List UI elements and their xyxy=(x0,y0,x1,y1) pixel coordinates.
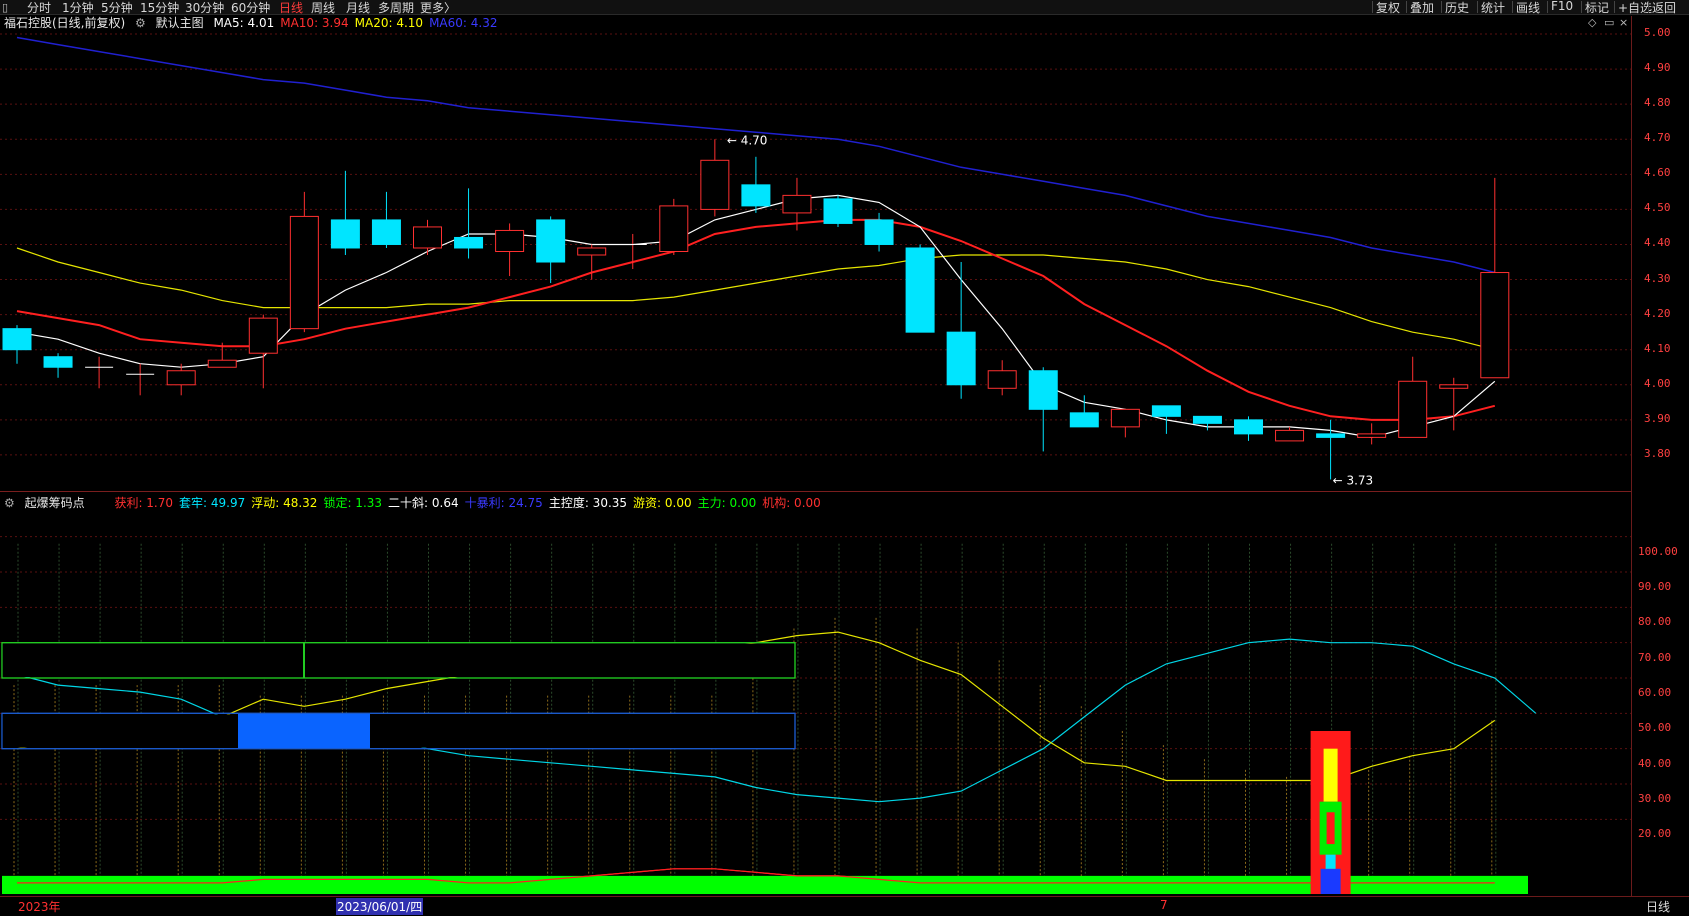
down-candle xyxy=(536,219,566,263)
cursor-date-label: 2023/06/01/四 xyxy=(336,898,424,915)
price-tick-label: 4.80 xyxy=(1644,96,1671,110)
down-candle xyxy=(864,219,894,245)
price-tick-label: 3.90 xyxy=(1644,411,1671,425)
indicator-tick-label: 80.00 xyxy=(1638,615,1672,629)
profit-chip-box-fill xyxy=(2,714,794,748)
date-axis: 2023年 2023/06/01/四 7 日线 xyxy=(0,896,1689,916)
toolbar-separator xyxy=(1648,1,1649,13)
price-tick-label: 3.80 xyxy=(1644,446,1671,460)
price-tick-label: 4.10 xyxy=(1644,341,1671,355)
up-candle xyxy=(413,226,442,249)
indicator-tick-label: 100.00 xyxy=(1638,544,1678,558)
signal-yellow-block xyxy=(1323,748,1338,802)
indicator-tick-label: 70.00 xyxy=(1638,650,1672,664)
up-candle xyxy=(782,194,812,214)
indicator-tick-label: 40.00 xyxy=(1638,756,1672,770)
toolbar-action-6[interactable]: 标记 xyxy=(1585,0,1609,16)
toolbar-action-7[interactable]: +自选 xyxy=(1618,0,1652,16)
ma60-line xyxy=(16,36,1495,274)
toolbar-action-5[interactable]: F10 xyxy=(1551,0,1573,13)
up-candle xyxy=(577,247,607,256)
up-candle xyxy=(987,370,1017,389)
period-toolbar: ▯ 分时 1分钟 5分钟 15分钟 30分钟 60分钟 日线 周线 月线 多周期 更多〉 复权 叠加历… xyxy=(0,0,1689,15)
up-candle xyxy=(1439,384,1469,389)
up-candle xyxy=(1110,408,1140,428)
up-candle xyxy=(248,317,278,354)
month-label: 7 xyxy=(1160,898,1168,912)
down-candle xyxy=(1028,370,1058,410)
toolbar-action-8[interactable]: 返回 xyxy=(1652,0,1676,16)
signal-cyan-block xyxy=(1325,854,1336,869)
toolbar-action-2[interactable]: 历史 xyxy=(1445,0,1469,16)
down-candle xyxy=(946,331,976,386)
up-candle xyxy=(495,229,525,252)
price-tick-label: 4.20 xyxy=(1644,306,1671,320)
ma10-line xyxy=(16,218,1496,421)
up-candle xyxy=(1275,429,1305,442)
toolbar-separator xyxy=(1512,1,1513,13)
period-label[interactable]: 日线 xyxy=(1646,898,1670,915)
down-candle xyxy=(330,219,360,249)
down-candle xyxy=(1316,433,1346,438)
up-candle xyxy=(289,215,319,330)
down-candle xyxy=(1069,412,1099,428)
down-candle xyxy=(1151,405,1181,417)
toolbar-separator xyxy=(1372,1,1373,13)
down-candle xyxy=(823,198,853,224)
toolbar-separator xyxy=(1547,1,1548,13)
up-candle xyxy=(700,159,730,210)
price-tick-label: 4.90 xyxy=(1644,61,1671,75)
up-candle xyxy=(659,205,689,252)
price-tick-label: 4.00 xyxy=(1644,376,1671,390)
down-candle xyxy=(371,219,401,245)
toolbar-separator xyxy=(1581,1,1582,13)
down-candle xyxy=(2,328,32,351)
indicator-tick-label: 60.00 xyxy=(1638,686,1672,699)
profit-chip-fill xyxy=(238,713,370,749)
toolbar-separator xyxy=(1406,1,1407,13)
panel-toggle-icon[interactable]: ▯ xyxy=(2,1,8,14)
up-candle xyxy=(1357,433,1387,438)
down-candle xyxy=(43,356,73,368)
down-candle xyxy=(741,184,771,207)
price-tick-label: 4.50 xyxy=(1644,201,1671,215)
indicator-tick-label: 50.00 xyxy=(1638,721,1672,735)
lock-base-bar xyxy=(2,875,1528,894)
toolbar-action-1[interactable]: 叠加 xyxy=(1410,0,1434,16)
toolbar-action-4[interactable]: 画线 xyxy=(1516,0,1540,16)
price-tick-label: 4.30 xyxy=(1644,271,1671,285)
toolbar-action-3[interactable]: 统计 xyxy=(1481,0,1505,16)
up-candle xyxy=(1398,380,1428,438)
price-tick-label: 4.60 xyxy=(1644,166,1671,180)
down-candle xyxy=(1234,419,1263,435)
signal-blue-block xyxy=(1320,868,1341,894)
toolbar-separator xyxy=(1477,1,1478,13)
indicator-tick-label: 30.00 xyxy=(1638,792,1672,805)
price-tick-label: 4.40 xyxy=(1644,236,1671,250)
up-candle xyxy=(207,359,237,368)
indicator-tick-label: 20.00 xyxy=(1638,827,1672,841)
up-candle xyxy=(166,370,196,386)
locked-chip-box-fill xyxy=(2,643,794,677)
up-candle xyxy=(1480,272,1510,379)
high-annotation: ← 4.70 xyxy=(727,133,768,147)
signal-red-core xyxy=(1326,812,1335,845)
down-candle xyxy=(1192,415,1222,424)
year-label: 2023年 xyxy=(18,900,61,914)
low-annotation: ← 3.73 xyxy=(1333,473,1374,487)
down-candle xyxy=(905,247,935,333)
toolbar-separator xyxy=(1614,1,1615,13)
down-candle xyxy=(454,236,484,249)
indicator-tick-label: 90.00 xyxy=(1638,580,1672,593)
price-tick-label: 4.70 xyxy=(1644,131,1671,145)
panel-divider[interactable] xyxy=(0,491,1631,492)
kline-chart[interactable]: ← 4.70 ← 3.73 xyxy=(0,16,1631,900)
y-axis: 5.00 4.90 4.80 4.70 4.60 4.50 4.40 4.30 4.20 4.10… xyxy=(1631,16,1689,900)
toolbar-action-0[interactable]: 复权 xyxy=(1376,0,1400,16)
ma20-line xyxy=(16,247,1495,351)
toolbar-separator xyxy=(1441,1,1442,13)
price-tick-label: 5.00 xyxy=(1644,26,1671,40)
